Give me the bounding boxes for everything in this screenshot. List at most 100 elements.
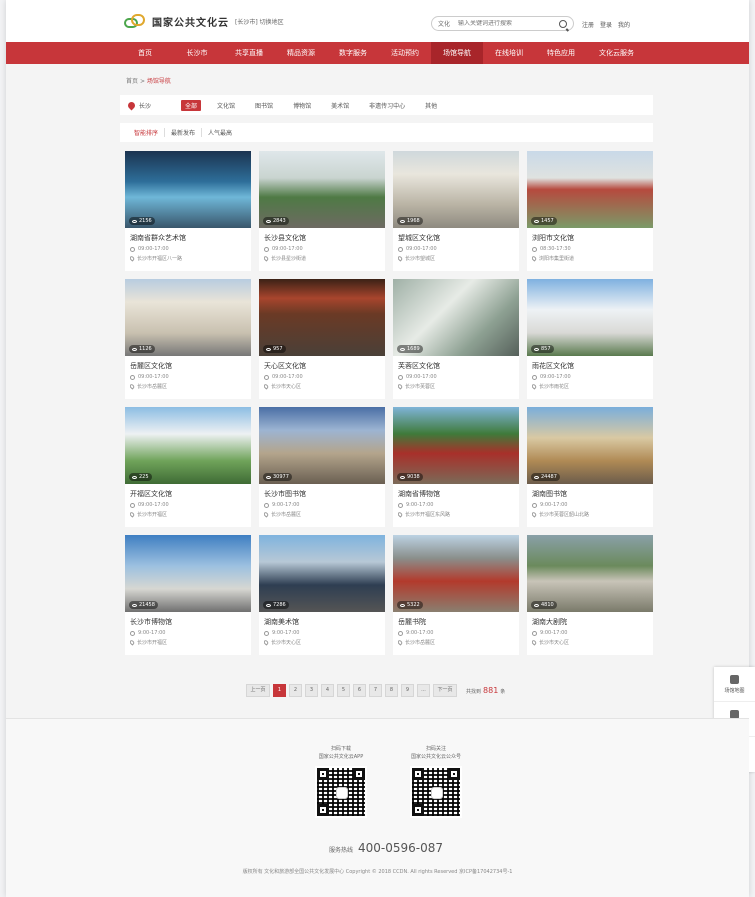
page-number-button[interactable]: 3	[305, 684, 318, 697]
eye-icon	[266, 347, 271, 351]
venue-name[interactable]: 岳麓书院	[398, 617, 519, 627]
venue-photo[interactable]: 857	[527, 279, 653, 356]
venue-name[interactable]: 长沙市图书馆	[264, 489, 385, 499]
filter-option[interactable]: 美术馆	[327, 100, 353, 111]
next-page-button[interactable]: 下一页	[433, 684, 457, 697]
view-count-badge: 30977	[263, 473, 292, 481]
nav-item[interactable]: 精品资源	[275, 42, 327, 64]
venue-photo[interactable]: 2156	[125, 151, 251, 228]
page-number-button[interactable]: 7	[369, 684, 382, 697]
nav-item[interactable]: 共享直播	[223, 42, 275, 64]
venue-photo[interactable]: 1968	[393, 151, 519, 228]
venue-name[interactable]: 湖南大剧院	[532, 617, 653, 627]
page-number-button[interactable]: 1	[273, 684, 286, 697]
venue-name[interactable]: 湖南省博物馆	[398, 489, 519, 499]
venue-name[interactable]: 长沙县文化馆	[264, 233, 385, 243]
region-switch[interactable]: [长沙市] 切换地区	[235, 17, 284, 26]
venue-photo[interactable]: 5322	[393, 535, 519, 612]
nav-item[interactable]: 数字服务	[327, 42, 379, 64]
venue-name[interactable]: 浏阳市文化馆	[532, 233, 653, 243]
venue-card[interactable]: 1126 岳麓区文化馆 09:00-17:00 长沙市岳麓区	[125, 279, 251, 399]
venue-name[interactable]: 长沙市博物馆	[130, 617, 251, 627]
page-number-button[interactable]: 2	[289, 684, 302, 697]
venue-photo[interactable]: 1126	[125, 279, 251, 356]
venue-photo[interactable]: 1689	[393, 279, 519, 356]
sort-option[interactable]: 智能排序	[128, 128, 166, 137]
cloud-logo-icon	[122, 12, 148, 30]
clock-icon	[532, 630, 537, 636]
venue-card[interactable]: 9038 湖南省博物馆 9:00-17:00 长沙市开福区东风路	[393, 407, 519, 527]
search-icon[interactable]	[559, 20, 567, 28]
venue-card[interactable]: 30977 长沙市图书馆 9:00-17:00 长沙市岳麓区	[259, 407, 385, 527]
location-icon	[532, 383, 538, 390]
nav-item[interactable]: 首页	[119, 42, 171, 64]
venue-name[interactable]: 开福区文化馆	[130, 489, 251, 499]
venue-card[interactable]: 957 天心区文化馆 09:00-17:00 长沙市天心区	[259, 279, 385, 399]
nav-item[interactable]: 长沙市	[171, 42, 223, 64]
filter-option[interactable]: 博物馆	[289, 100, 315, 111]
venue-photo[interactable]: 21458	[125, 535, 251, 612]
venue-name[interactable]: 湖南省群众艺术馆	[130, 233, 251, 243]
filter-option[interactable]: 其他	[421, 100, 441, 111]
venue-photo[interactable]: 24487	[527, 407, 653, 484]
breadcrumb-home[interactable]: 首页	[126, 78, 138, 85]
page-number-button[interactable]: 9	[401, 684, 414, 697]
venue-card[interactable]: 1457 浏阳市文化馆 08:30-17:30 浏阳市集里街道	[527, 151, 653, 271]
venue-card[interactable]: 225 开福区文化馆 09:00-17:00 长沙市开福区	[125, 407, 251, 527]
clock-icon	[398, 630, 403, 636]
venue-card[interactable]: 1968 望城区文化馆 09:00-17:00 长沙市望城区	[393, 151, 519, 271]
nav-item[interactable]: 场馆导航	[431, 42, 483, 64]
sort-option[interactable]: 人气最高	[202, 128, 238, 137]
venue-photo[interactable]: 4810	[527, 535, 653, 612]
venue-name[interactable]: 岳麓区文化馆	[130, 361, 251, 371]
search-category-select[interactable]: 文化	[438, 19, 450, 28]
nav-item[interactable]: 活动预约	[379, 42, 431, 64]
side-float-item[interactable]: 场馆地图	[714, 667, 755, 702]
venue-card[interactable]: 5322 岳麓书院 9:00-17:00 长沙市岳麓区	[393, 535, 519, 655]
filter-city-label[interactable]: 长沙	[139, 101, 151, 110]
nav-item[interactable]: 特色应用	[535, 42, 587, 64]
venue-name[interactable]: 湖南图书馆	[532, 489, 653, 499]
filter-option[interactable]: 图书馆	[251, 100, 277, 111]
venue-card[interactable]: 24487 湖南图书馆 9:00-17:00 长沙市芙蓉区韶山北路	[527, 407, 653, 527]
venue-photo[interactable]: 957	[259, 279, 385, 356]
venue-card[interactable]: 21458 长沙市博物馆 9:00-17:00 长沙市开福区	[125, 535, 251, 655]
venue-card[interactable]: 7286 湖南美术馆 9:00-17:00 长沙市天心区	[259, 535, 385, 655]
filter-option[interactable]: 文化馆	[213, 100, 239, 111]
venue-photo[interactable]: 1457	[527, 151, 653, 228]
filter-option[interactable]: 非遗传习中心	[365, 100, 409, 111]
venue-card[interactable]: 2843 长沙县文化馆 09:00-17:00 长沙县星沙街道	[259, 151, 385, 271]
venue-photo[interactable]: 2843	[259, 151, 385, 228]
page-number-button[interactable]: 8	[385, 684, 398, 697]
nav-item[interactable]: 在线培训	[483, 42, 535, 64]
venue-name[interactable]: 雨花区文化馆	[532, 361, 653, 371]
page-number-button[interactable]: ...	[417, 684, 430, 697]
site-header: 国家公共文化云 [长沙市] 切换地区 文化 注册 登录 我的	[6, 0, 749, 42]
venue-name[interactable]: 湖南美术馆	[264, 617, 385, 627]
prev-page-button[interactable]: 上一页	[246, 684, 270, 697]
page-number-button[interactable]: 6	[353, 684, 366, 697]
venue-card[interactable]: 2156 湖南省群众艺术馆 09:00-17:00 长沙市开福区八一路	[125, 151, 251, 271]
venue-photo[interactable]: 30977	[259, 407, 385, 484]
sort-option[interactable]: 最新发布	[165, 128, 203, 137]
venue-photo[interactable]: 9038	[393, 407, 519, 484]
venue-name[interactable]: 天心区文化馆	[264, 361, 385, 371]
eye-icon	[132, 603, 137, 607]
venue-card[interactable]: 857 雨花区文化馆 09:00-17:00 长沙市雨花区	[527, 279, 653, 399]
venue-photo[interactable]: 7286	[259, 535, 385, 612]
nav-item[interactable]: 文化云服务	[587, 42, 646, 64]
location-icon	[130, 511, 136, 518]
site-logo[interactable]: 国家公共文化云 [长沙市] 切换地区	[122, 12, 284, 30]
venue-photo[interactable]: 225	[125, 407, 251, 484]
register-link[interactable]: 注册	[582, 20, 594, 29]
venue-card[interactable]: 1689 芙蓉区文化馆 09:00-17:00 长沙市芙蓉区	[393, 279, 519, 399]
my-account-link[interactable]: 我的	[618, 20, 630, 29]
page-number-button[interactable]: 4	[321, 684, 334, 697]
venue-card[interactable]: 4810 湖南大剧院 9:00-17:00 长沙市天心区	[527, 535, 653, 655]
page-number-button[interactable]: 5	[337, 684, 350, 697]
filter-option[interactable]: 全部	[181, 99, 202, 111]
venue-name[interactable]: 望城区文化馆	[398, 233, 519, 243]
login-link[interactable]: 登录	[600, 20, 612, 29]
search-input[interactable]	[458, 20, 549, 27]
venue-name[interactable]: 芙蓉区文化馆	[398, 361, 519, 371]
